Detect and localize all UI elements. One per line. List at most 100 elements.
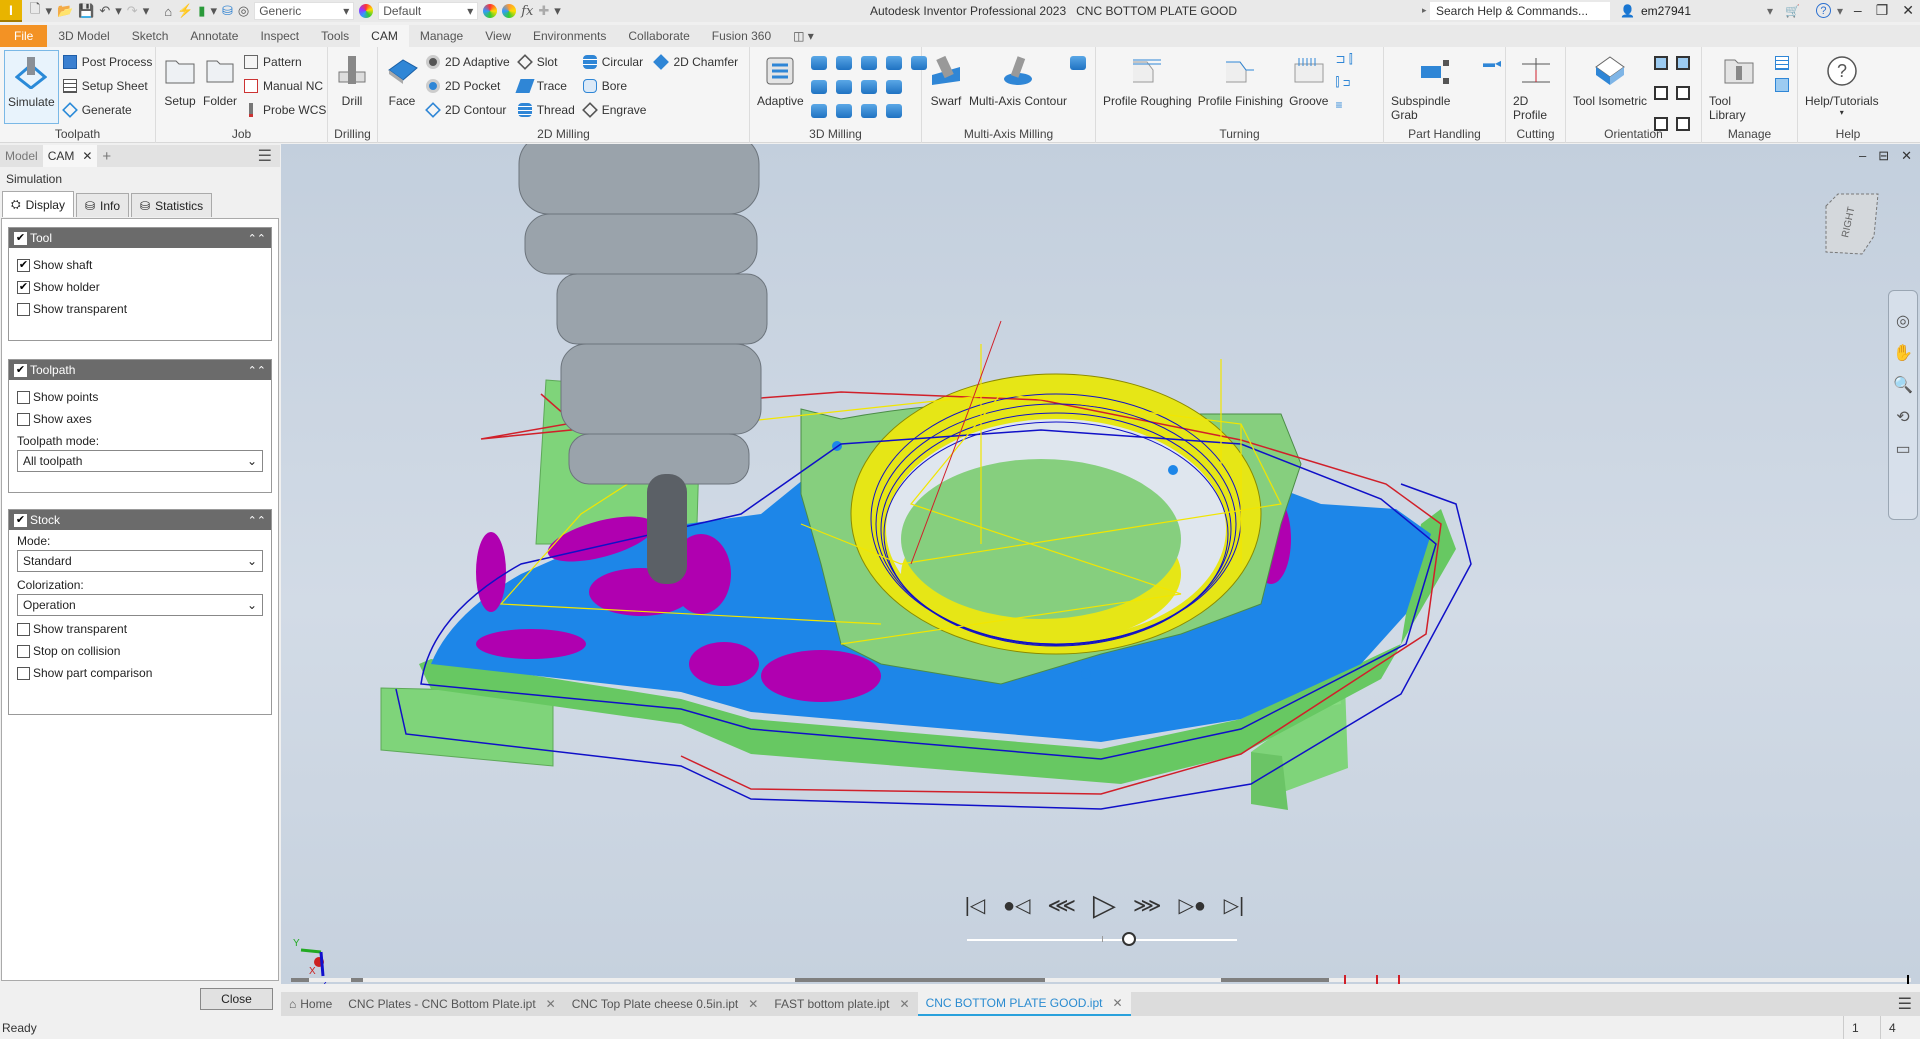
pattern-button[interactable]: Pattern (244, 52, 326, 72)
ramp-icon[interactable] (885, 80, 902, 94)
collapse-icon[interactable]: ⌃⌃ (248, 514, 266, 527)
doc-tabs-menu-icon[interactable]: ☰ (1898, 994, 1912, 1014)
checkbox[interactable] (17, 390, 30, 404)
project-icon[interactable] (885, 104, 902, 118)
groove-button[interactable]: Groove (1286, 50, 1331, 124)
parallel-icon[interactable] (885, 56, 902, 70)
steering-wheel-icon[interactable]: ◎ (1896, 311, 1910, 331)
tab-environments[interactable]: Environments (522, 25, 617, 47)
close-button[interactable]: Close (200, 988, 273, 1010)
option-show-shaft[interactable]: ✔ Show shaft (9, 254, 271, 276)
tab-cam-browser[interactable]: CAM ✕ (42, 145, 98, 167)
cart-icon[interactable]: 🛒 (1785, 4, 1800, 18)
generate-button[interactable]: Generate (61, 100, 153, 120)
restore-icon[interactable]: ❐ (1876, 2, 1889, 19)
2d-pocket-button[interactable]: 2D Pocket (426, 76, 510, 96)
look-at-icon[interactable]: ▭ (1895, 439, 1910, 459)
adjust-appearance-icon[interactable] (483, 4, 498, 18)
thread-turning-icon[interactable]: ≡ (1335, 98, 1352, 112)
setup-sheet-button[interactable]: Setup Sheet (62, 76, 153, 96)
collision-marker[interactable] (1344, 975, 1346, 984)
tab-statistics[interactable]: ⛁ Statistics (131, 193, 213, 217)
select-icon[interactable]: ▮ (198, 3, 205, 19)
close-tab-icon[interactable]: ✕ (1112, 996, 1122, 1010)
checkbox[interactable]: ✔ (17, 258, 30, 272)
tab-display[interactable]: ⛭ Display (2, 191, 74, 217)
part-turning-icon[interactable]: ⫿ ⊐ (1335, 75, 1352, 90)
face-turning-icon[interactable]: ⊐ ⫿ (1335, 52, 1352, 67)
slot-button[interactable]: Slot (516, 52, 575, 72)
2d-adaptive-button[interactable]: 2D Adaptive (426, 52, 510, 72)
flow-icon[interactable] (860, 104, 877, 118)
option-show-part-comparison[interactable]: Show part comparison (9, 662, 271, 684)
function-icon[interactable]: fx (521, 4, 533, 19)
tab-tools[interactable]: Tools (310, 25, 360, 47)
tool-library-button[interactable]: Tool Library (1706, 50, 1771, 124)
checkbox-toolpath[interactable]: ✔ (14, 363, 27, 377)
collapse-icon[interactable]: ⌃⌃ (248, 364, 266, 377)
minimize-viewport-icon[interactable]: – (1859, 148, 1866, 164)
group-header-tool[interactable]: ✔ Tool ⌃⌃ (9, 228, 271, 248)
template-library-icon[interactable] (1775, 56, 1789, 70)
profile-finishing-button[interactable]: Profile Finishing (1195, 50, 1286, 124)
undo-icon[interactable]: ↶ (99, 3, 110, 19)
multi-axis-contour-button[interactable]: Multi-Axis Contour (966, 50, 1070, 124)
view-bottom-icon[interactable] (1676, 56, 1691, 70)
simulation-timeline[interactable] (291, 975, 1911, 984)
doc-tab[interactable]: FAST bottom plate.ipt ✕ (766, 992, 917, 1016)
option-stop-on-collision[interactable]: Stop on collision (9, 640, 271, 662)
2d-contour-button[interactable]: 2D Contour (425, 100, 510, 120)
open-icon[interactable]: 📂 (57, 3, 73, 19)
collision-marker[interactable] (1398, 975, 1400, 984)
manual-nc-button[interactable]: Manual NC (244, 76, 326, 96)
help-search-input[interactable]: Search Help & Commands... (1430, 2, 1610, 20)
user-menu[interactable]: 👤 em27941 ▾ 🛒 ? ▾ (1620, 3, 1843, 18)
plus-icon[interactable]: ✚ (538, 3, 549, 19)
horizontal-icon[interactable] (810, 80, 827, 94)
tab-3d-model[interactable]: 3D Model (47, 25, 120, 47)
engrave-button[interactable]: Engrave (581, 100, 646, 120)
option-show-axes[interactable]: Show axes (9, 408, 271, 430)
orbit-icon[interactable]: ⟲ (1896, 407, 1909, 427)
spiral-icon[interactable] (835, 80, 852, 94)
update-icon[interactable]: ⚡ (177, 3, 193, 19)
ilogic-icon[interactable]: ⛁ (222, 3, 233, 19)
minimize-icon[interactable]: – (1854, 2, 1862, 19)
timeline-cursor[interactable] (1907, 975, 1909, 984)
steep-shallow-icon[interactable] (835, 56, 852, 70)
tab-model[interactable]: Model (0, 149, 43, 163)
appearance-combo[interactable]: Default ▾ (378, 2, 479, 20)
colorization-select[interactable]: Operation ⌄ (17, 594, 263, 616)
toolpath-mode-select[interactable]: All toolpath ⌄ (17, 450, 263, 472)
checkbox[interactable] (17, 666, 30, 680)
adaptive-button[interactable]: Adaptive (754, 50, 807, 124)
option-show-points[interactable]: Show points (9, 386, 271, 408)
view-back-icon[interactable] (1676, 86, 1691, 101)
tab-collaborate[interactable]: Collaborate (617, 25, 700, 47)
checkbox-tool[interactable]: ✔ (14, 231, 27, 245)
tab-view[interactable]: View (474, 25, 522, 47)
ribbon-options-icon[interactable]: ◫ ▾ (782, 25, 825, 47)
group-header-toolpath[interactable]: ✔ Toolpath ⌃⌃ (9, 360, 271, 380)
step-forward-icon[interactable]: ⋙ (1133, 893, 1161, 918)
group-header-stock[interactable]: ✔ Stock ⌃⌃ (9, 510, 271, 530)
contour-icon[interactable] (835, 104, 852, 118)
material-combo[interactable]: Generic ▾ (254, 2, 355, 20)
view-front-icon[interactable] (1654, 86, 1669, 101)
close-tab-icon[interactable]: ✕ (900, 997, 910, 1011)
close-viewport-icon[interactable]: ✕ (1901, 148, 1912, 164)
view-cube[interactable]: RIGHT (1818, 192, 1880, 258)
step-back-icon[interactable]: ⋘ (1047, 893, 1075, 918)
profile-roughing-button[interactable]: Profile Roughing (1100, 50, 1195, 124)
pan-icon[interactable]: ✋ (1893, 343, 1913, 363)
bore-button[interactable]: Bore (582, 76, 647, 96)
tab-annotate[interactable]: Annotate (179, 25, 249, 47)
help-icon[interactable]: ? (1815, 3, 1831, 18)
pocket-clearing-icon[interactable] (810, 56, 827, 70)
tab-file[interactable]: File (0, 25, 48, 47)
checkbox[interactable] (17, 622, 30, 636)
checkbox[interactable] (17, 644, 30, 658)
search-expand-icon[interactable]: ▸ (1422, 5, 1427, 16)
option-show-transparent-stock[interactable]: Show transparent (9, 618, 271, 640)
circular-button[interactable]: Circular (582, 52, 647, 72)
